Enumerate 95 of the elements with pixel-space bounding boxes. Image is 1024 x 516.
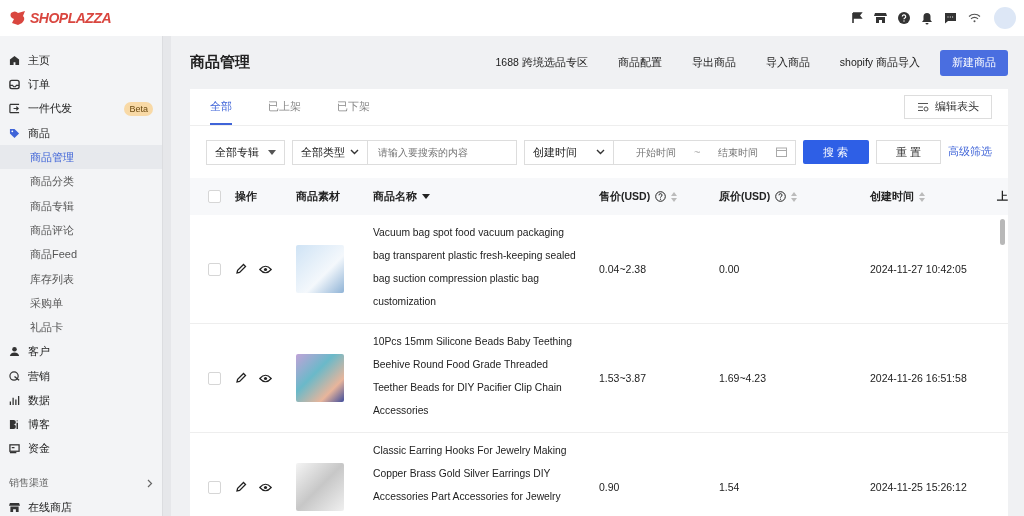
bell-icon[interactable]: [921, 11, 933, 25]
nav-item[interactable]: 商品: [0, 120, 162, 146]
nav-item[interactable]: 在线商店: [0, 495, 162, 516]
store-icon[interactable]: [874, 12, 887, 24]
person-icon: [9, 346, 20, 358]
table-cell: 2024-11-25 15:26:12: [870, 481, 967, 493]
search-field[interactable]: 请输入要搜索的内容: [366, 139, 517, 165]
logo-icon: [9, 10, 27, 26]
nav-subitem[interactable]: 库存列表: [0, 266, 162, 291]
checkbox[interactable]: [208, 190, 221, 203]
advanced-filter-link[interactable]: 高级筛选: [948, 145, 992, 159]
column-header: 操作: [235, 189, 257, 204]
action-link[interactable]: 1688 跨境选品专区: [480, 55, 603, 70]
tab[interactable]: 全部: [210, 89, 232, 125]
table-cell: 0.90: [599, 481, 620, 493]
album-select[interactable]: 全部专辑: [206, 139, 285, 165]
beta-badge: Beta: [124, 101, 153, 116]
nav-item[interactable]: 客户: [0, 339, 162, 364]
help-icon[interactable]: [898, 12, 910, 24]
caret-down-icon: [267, 149, 276, 155]
help-icon[interactable]: [655, 191, 667, 202]
column-header: 原价(USD): [719, 189, 771, 204]
column-header: 创建时间: [870, 189, 914, 204]
photo-placeholder: [296, 245, 344, 293]
table-cell: 1.69~4.23: [719, 372, 766, 384]
nav-subitem[interactable]: 商品管理: [0, 145, 162, 170]
nav-item[interactable]: 营销: [0, 363, 162, 389]
scrollbar[interactable]: [1000, 219, 1005, 245]
nav-subitem[interactable]: 礼品卡: [0, 315, 162, 340]
section-label: 销售渠道: [9, 476, 49, 490]
edit-columns-button[interactable]: 编辑表头: [904, 95, 992, 119]
product-name[interactable]: 10Pcs 15mm Silicone Beads Baby Teething Beehive Round Food Grade Threaded Teether Beads for DIY Pacifier Clip Chain Accessories: [373, 330, 579, 422]
new-product-button[interactable]: 新建商品: [940, 49, 1008, 76]
eye-icon[interactable]: [259, 482, 272, 492]
nav-subitem[interactable]: 商品评论: [0, 218, 162, 243]
chevron-down-icon: [349, 149, 359, 155]
caret-down-icon[interactable]: [422, 194, 430, 199]
nav-subitem[interactable]: 商品Feed: [0, 242, 162, 267]
reset-button[interactable]: 重 置: [875, 140, 941, 164]
checkbox[interactable]: [208, 262, 221, 276]
pencil-icon[interactable]: [235, 263, 247, 275]
message-icon[interactable]: [944, 12, 957, 24]
inbox-icon: [9, 78, 20, 90]
eye-icon[interactable]: [259, 373, 272, 383]
column-header: 上: [997, 189, 1008, 204]
help-icon[interactable]: [775, 191, 787, 202]
store-icon: [9, 501, 20, 513]
import-icon: [9, 103, 20, 115]
nav-item[interactable]: 订单: [0, 72, 162, 97]
column-header: 商品名称: [373, 189, 417, 204]
nav-item[interactable]: 一件代发 Beta: [0, 96, 162, 121]
action-link[interactable]: 商品配置: [602, 55, 677, 70]
product-name[interactable]: Vacuum bag spot food vacuum packaging bag transparent plastic fresh-keeping sealed bag suction compression plastic bag customization: [373, 221, 579, 313]
tab[interactable]: 已上架: [268, 89, 301, 125]
product-name[interactable]: Classic Earring Hooks For Jewelry Making Copper Brass Gold Silver Earrings DIY Accessories Part Accessories for Jewelry: [373, 439, 579, 508]
pencil-icon[interactable]: [235, 481, 247, 493]
nav-item[interactable]: 主页: [0, 48, 162, 73]
column-header: 售价(USD): [599, 189, 651, 204]
column-header: 商品素材: [296, 189, 340, 204]
table-cell: 2024-11-27 10:42:05: [870, 263, 967, 275]
chevron-right-icon[interactable]: [147, 478, 153, 488]
flag-icon[interactable]: [851, 12, 863, 24]
type-select[interactable]: 全部类型: [291, 139, 367, 165]
columns-icon: [917, 102, 929, 112]
photo-placeholder: [296, 463, 344, 511]
nav-subitem[interactable]: 商品专辑: [0, 193, 162, 219]
eye-icon[interactable]: [259, 264, 272, 274]
nav-item[interactable]: 数据: [0, 388, 162, 413]
nav-item[interactable]: 博客: [0, 412, 162, 437]
page-title: 商品管理: [190, 53, 250, 72]
action-link[interactable]: 导出商品: [676, 55, 751, 70]
blog-icon: [9, 419, 20, 431]
photo-placeholder: [296, 354, 344, 402]
action-link[interactable]: shopify 商品导入: [824, 55, 935, 70]
bar-chart-icon: [9, 394, 20, 406]
nav-subitem[interactable]: 采购单: [0, 290, 162, 316]
table-cell: 1.53~3.87: [599, 372, 646, 384]
tag-icon: [9, 127, 20, 139]
checkbox[interactable]: [208, 480, 221, 494]
nav-subitem[interactable]: 商品分类: [0, 169, 162, 194]
action-link[interactable]: 导入商品: [750, 55, 825, 70]
wifi-icon[interactable]: [968, 13, 981, 23]
table-cell: 1.54: [719, 481, 740, 493]
home-icon: [9, 54, 20, 66]
tab[interactable]: 已下架: [337, 89, 370, 125]
table-cell: 0.04~2.38: [599, 263, 646, 275]
table-cell: 2024-11-26 16:51:58: [870, 372, 967, 384]
target-icon: [9, 370, 20, 382]
logo-text[interactable]: SHOPLAZZA: [30, 10, 112, 26]
wallet-icon: [9, 443, 20, 455]
table-cell: 0.00: [719, 263, 740, 275]
pencil-icon[interactable]: [235, 372, 247, 384]
nav-item[interactable]: 资金: [0, 436, 162, 462]
search-button[interactable]: 搜 索: [803, 140, 869, 164]
checkbox[interactable]: [208, 371, 221, 385]
